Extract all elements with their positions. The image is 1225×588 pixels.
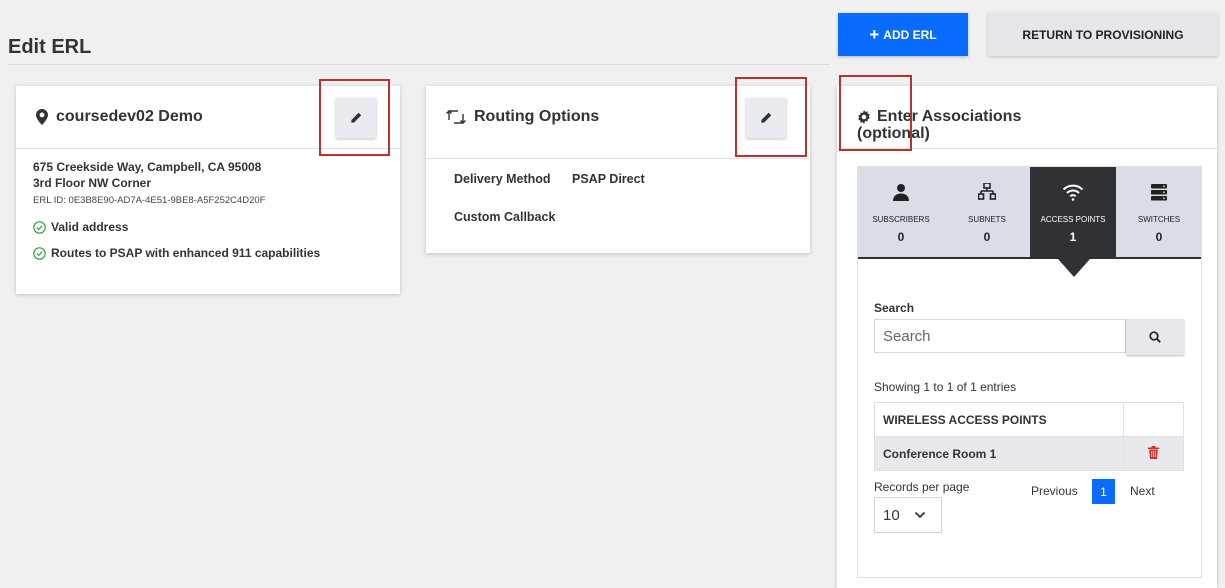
- check-circle-icon: [33, 220, 46, 234]
- psap-routing-text: Routes to PSAP with enhanced 911 capabil…: [51, 246, 321, 260]
- search-input[interactable]: [874, 319, 1126, 353]
- highlight-edit-routing: [735, 77, 807, 157]
- table-header-row: WIRELESS ACCESS POINTS: [874, 402, 1184, 437]
- access-point-name: Conference Room 1: [874, 436, 1124, 471]
- search-button[interactable]: [1126, 319, 1184, 355]
- pagination-next[interactable]: Next: [1130, 484, 1155, 498]
- tab-subscribers-label: SUBSCRIBERS: [872, 215, 930, 224]
- access-points-table: WIRELESS ACCESS POINTS Conference Room 1: [874, 402, 1184, 471]
- location-name: coursedev02 Demo: [56, 108, 203, 125]
- delivery-method-label: Delivery Method: [454, 172, 551, 186]
- tab-subscribers-count: 0: [897, 230, 905, 244]
- tab-subnets-count: 0: [983, 230, 991, 244]
- tab-switches-label: SWITCHES: [1137, 215, 1181, 224]
- highlight-associations: [839, 75, 912, 151]
- title-divider: [8, 64, 830, 65]
- valid-address-status: Valid address: [33, 220, 128, 234]
- associations-card: Enter Associations (optional) SUBSCRIBER…: [837, 86, 1217, 588]
- tab-subscribers[interactable]: SUBSCRIBERS 0: [858, 167, 944, 259]
- plus-icon: +: [869, 24, 880, 44]
- trash-icon[interactable]: [1148, 445, 1159, 459]
- delete-cell: [1123, 436, 1184, 471]
- records-per-page-select[interactable]: 10: [874, 497, 942, 533]
- server-icon: [1151, 184, 1167, 201]
- erl-id: ERL ID: 0E3B8E90-AD7A-4E51-9BE8-A5F252C4…: [33, 195, 266, 206]
- page-title: Edit ERL: [8, 36, 92, 58]
- entries-info: Showing 1 to 1 of 1 entries: [874, 380, 1017, 394]
- routing-card-title: Routing Options: [446, 108, 599, 126]
- address-block: 675 Creekside Way, Campbell, CA 95008 3r…: [33, 159, 261, 191]
- tab-switches[interactable]: SWITCHES 0: [1116, 167, 1202, 259]
- network-icon: [978, 183, 996, 200]
- psap-routing-status: Routes to PSAP with enhanced 911 capabil…: [33, 246, 320, 260]
- wifi-icon: [1062, 184, 1084, 201]
- search-icon: [1149, 331, 1161, 343]
- add-erl-label: ADD ERL: [883, 27, 937, 42]
- tab-switches-count: 0: [1155, 230, 1163, 244]
- associations-panel: SUBSCRIBERS 0 SUBNETS 0 ACCESS POINTS 1 …: [857, 166, 1202, 578]
- tab-access-points-count: 1: [1069, 230, 1077, 244]
- check-circle-icon: [33, 246, 46, 260]
- custom-callback-label: Custom Callback: [454, 210, 556, 224]
- location-card-title: coursedev02 Demo: [36, 108, 203, 126]
- records-per-page-label: Records per page: [874, 480, 970, 494]
- address-line-1: 675 Creekside Way, Campbell, CA 95008: [33, 160, 262, 174]
- records-per-page-value: 10: [883, 506, 900, 524]
- pagination-page-1[interactable]: 1: [1092, 479, 1115, 504]
- routing-title-text: Routing Options: [474, 108, 600, 125]
- chevron-down-icon: [914, 511, 925, 519]
- return-to-provisioning-button[interactable]: RETURN TO PROVISIONING: [988, 13, 1218, 56]
- tab-access-points-label: ACCESS POINTS: [1040, 215, 1106, 224]
- search-label: Search: [874, 301, 915, 315]
- retweet-icon: [446, 110, 466, 124]
- tab-subnets-label: SUBNETS: [968, 215, 1006, 224]
- table-header-action: [1123, 402, 1184, 437]
- delivery-method-value: PSAP Direct: [572, 172, 645, 186]
- table-header-name: WIRELESS ACCESS POINTS: [874, 402, 1124, 437]
- tab-access-points[interactable]: ACCESS POINTS 1: [1030, 167, 1116, 259]
- highlight-edit-location: [319, 79, 390, 156]
- add-erl-button[interactable]: + ADD ERL: [838, 13, 968, 56]
- person-icon: [893, 184, 909, 201]
- tab-subnets[interactable]: SUBNETS 0: [944, 167, 1030, 259]
- pagination-previous[interactable]: Previous: [1031, 484, 1078, 498]
- valid-address-text: Valid address: [51, 220, 129, 234]
- address-line-2: 3rd Floor NW Corner: [33, 176, 152, 190]
- association-tabs: SUBSCRIBERS 0 SUBNETS 0 ACCESS POINTS 1 …: [858, 167, 1201, 259]
- map-pin-icon: [36, 109, 48, 125]
- table-row[interactable]: Conference Room 1: [874, 436, 1184, 471]
- active-tab-arrow: [1058, 259, 1090, 277]
